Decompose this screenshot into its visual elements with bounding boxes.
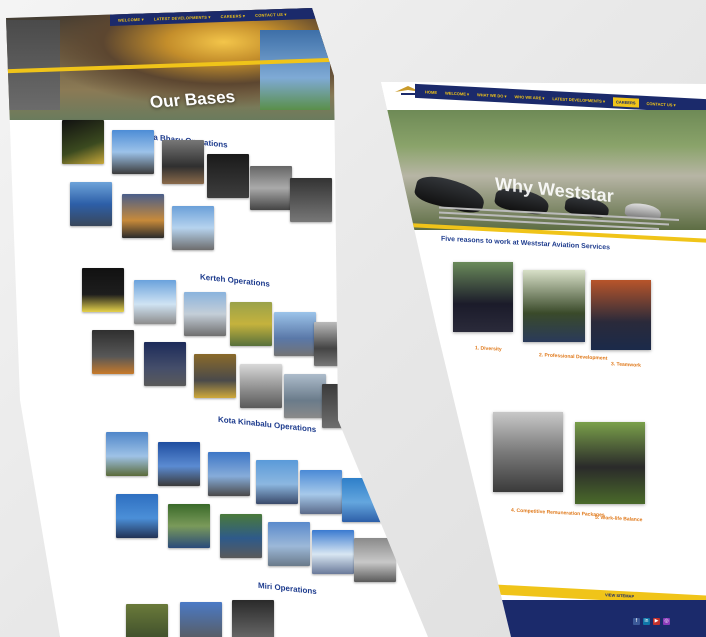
gallery-thumbnail[interactable]: [314, 322, 356, 366]
nav-item-latest-developments[interactable]: LATEST DEVELOPMENTS ▾: [154, 14, 211, 21]
gallery-thumbnail[interactable]: [232, 600, 274, 637]
reason-title-remuneration: 4. Competitive Remuneration Packages: [511, 507, 605, 519]
facebook-icon[interactable]: f: [633, 618, 640, 625]
gallery-thumbnail[interactable]: [322, 384, 364, 428]
reason-title-diversity: 1. Diversity: [475, 345, 502, 353]
gallery-thumbnail[interactable]: [220, 514, 262, 558]
gallery-thumbnail[interactable]: [194, 354, 236, 398]
instagram-icon[interactable]: ◎: [663, 618, 670, 625]
team-photo: [523, 270, 585, 342]
gallery-thumbnail[interactable]: [184, 292, 226, 336]
gallery-thumbnail[interactable]: [116, 494, 158, 538]
gallery-thumbnail[interactable]: [300, 470, 342, 514]
gallery-thumbnail[interactable]: [158, 442, 200, 486]
gallery-thumbnail[interactable]: [240, 364, 282, 408]
youtube-icon[interactable]: ▶: [653, 618, 660, 625]
site-footer: [499, 600, 706, 637]
gallery-thumbnail[interactable]: [82, 268, 124, 312]
gallery-thumbnail[interactable]: [274, 312, 316, 356]
section-title-kerteh: Kerteh Operations: [200, 272, 270, 289]
reason-title-teamwork: 3. Teamwork: [611, 361, 641, 369]
gallery-thumbnail[interactable]: [208, 452, 250, 496]
team-photo: [453, 262, 513, 332]
gallery-thumbnail[interactable]: [256, 460, 298, 504]
why-weststar-page: HOME WELCOME ▾ WHAT WE DO ▾ WHO WE ARE ▾…: [381, 82, 706, 637]
nav-item-careers[interactable]: CAREERS ▾: [221, 13, 245, 19]
reason-title-work-life-balance: 5. Work-life Balance: [595, 514, 643, 524]
nav-item-welcome[interactable]: WELCOME ▾: [118, 16, 144, 22]
nav-item-latest-developments[interactable]: LATEST DEVELOPMENTS ▾: [552, 96, 605, 104]
gallery-thumbnail[interactable]: [126, 604, 168, 637]
sky-trees-image: [260, 30, 330, 110]
gallery-thumbnail[interactable]: [284, 374, 326, 418]
nav-item-welcome[interactable]: WELCOME ▾: [445, 90, 469, 96]
gallery-thumbnail[interactable]: [342, 478, 384, 522]
nav-item-what-we-do[interactable]: WHAT WE DO ▾: [477, 92, 506, 99]
nav-item-contact-us[interactable]: CONTACT US ▾: [255, 11, 286, 17]
gallery-thumbnail[interactable]: [250, 166, 292, 210]
gallery-thumbnail[interactable]: [122, 194, 164, 238]
gallery-thumbnail[interactable]: [106, 432, 148, 476]
linkedin-icon[interactable]: in: [643, 618, 650, 625]
gallery-thumbnail[interactable]: [168, 504, 210, 548]
hangar-building-image: [6, 20, 60, 110]
gallery-thumbnail[interactable]: [172, 206, 214, 250]
nav-item-contact-us[interactable]: CONTACT US ▾: [647, 101, 676, 108]
nav-item-who-we-are[interactable]: WHO WE ARE ▾: [515, 94, 545, 101]
gallery-thumbnail[interactable]: [207, 154, 249, 198]
view-sitemap-button[interactable]: VIEW SITEMAP: [605, 592, 634, 599]
gallery-thumbnail[interactable]: [354, 538, 396, 582]
gallery-thumbnail[interactable]: [92, 330, 134, 374]
staff-photo: [493, 412, 563, 492]
mockup-stage: WELCOME ▾ LATEST DEVELOPMENTS ▾ CAREERS …: [0, 0, 706, 637]
gallery-thumbnail[interactable]: [312, 530, 354, 574]
gallery-thumbnail[interactable]: [70, 182, 112, 226]
gallery-thumbnail[interactable]: [290, 178, 332, 222]
our-bases-page: WELCOME ▾ LATEST DEVELOPMENTS ▾ CAREERS …: [6, 8, 428, 637]
gallery-thumbnail[interactable]: [62, 120, 104, 164]
gallery-thumbnail[interactable]: [144, 342, 186, 386]
gallery-thumbnail[interactable]: [134, 280, 176, 324]
nav-item-careers[interactable]: CAREERS: [612, 96, 639, 108]
team-photo: [591, 280, 651, 350]
gallery-thumbnail[interactable]: [112, 130, 154, 174]
gallery-thumbnail[interactable]: [268, 522, 310, 566]
reason-title-professional-development: 2. Professional Development: [539, 352, 608, 362]
gallery-thumbnail[interactable]: [180, 602, 222, 637]
section-title-miri: Miri Operations: [258, 580, 317, 597]
nav-item-home[interactable]: HOME: [425, 89, 437, 95]
gallery-thumbnail[interactable]: [162, 140, 204, 184]
gallery-thumbnail[interactable]: [230, 302, 272, 346]
staff-photo: [575, 422, 645, 504]
